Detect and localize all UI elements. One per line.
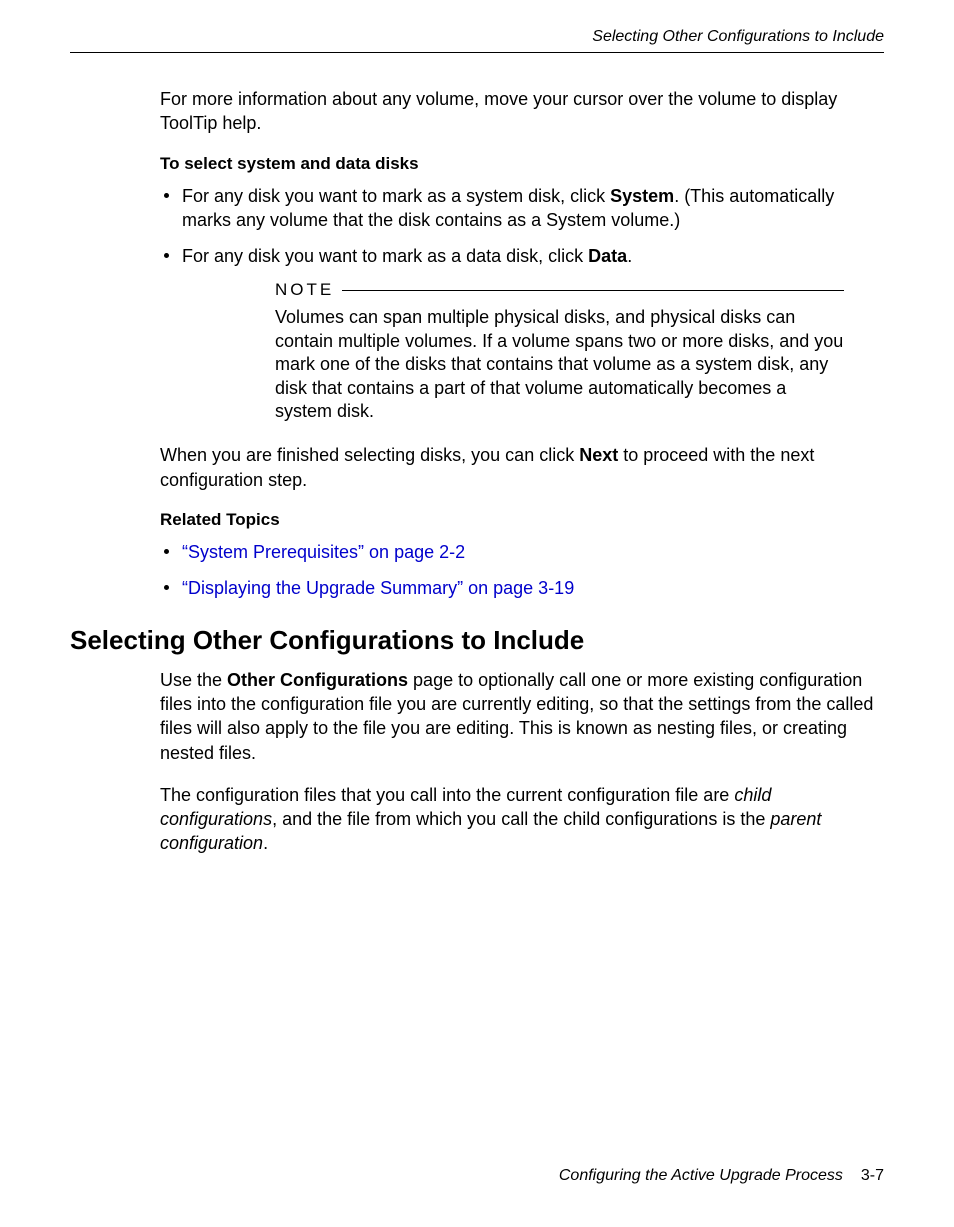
bullet-bold-system: System xyxy=(610,186,674,206)
related-topics-list: “System Prerequisites” on page 2-2 “Disp… xyxy=(160,540,884,601)
header-divider xyxy=(70,52,884,53)
section-paragraph-1: Use the Other Configurations page to opt… xyxy=(160,668,884,765)
page-footer: Configuring the Active Upgrade Process 3-… xyxy=(559,1167,884,1185)
note-rule xyxy=(342,290,844,291)
list-item: For any disk you want to mark as a syste… xyxy=(160,184,884,233)
list-item: “Displaying the Upgrade Summary” on page… xyxy=(160,576,884,600)
text: Use the xyxy=(160,670,227,690)
bold-other-configurations: Other Configurations xyxy=(227,670,408,690)
note-header-row: NOTE xyxy=(275,280,844,300)
text: , and the file from which you call the c… xyxy=(272,809,770,829)
running-header: Selecting Other Configurations to Includ… xyxy=(70,28,884,52)
note-block: NOTE Volumes can span multiple physical … xyxy=(275,280,844,423)
bullet-text: For any disk you want to mark as a data … xyxy=(182,246,588,266)
footer-page-number: 3-7 xyxy=(861,1167,884,1184)
bullet-bold-data: Data xyxy=(588,246,627,266)
after-note-paragraph: When you are finished selecting disks, y… xyxy=(160,443,884,492)
bullet-text: For any disk you want to mark as a syste… xyxy=(182,186,610,206)
footer-title: Configuring the Active Upgrade Process xyxy=(559,1167,843,1184)
text: When you are finished selecting disks, y… xyxy=(160,445,579,465)
intro-paragraph: For more information about any volume, m… xyxy=(160,87,884,136)
text: The configuration files that you call in… xyxy=(160,785,734,805)
related-topics-heading: Related Topics xyxy=(160,510,884,530)
note-body: Volumes can span multiple physical disks… xyxy=(275,306,844,423)
subhead-to-select: To select system and data disks xyxy=(160,154,884,174)
bullet-text: . xyxy=(627,246,632,266)
link-system-prerequisites[interactable]: “System Prerequisites” on page 2-2 xyxy=(182,542,465,562)
note-label: NOTE xyxy=(275,280,342,300)
section-paragraph-2: The configuration files that you call in… xyxy=(160,783,884,856)
link-displaying-upgrade-summary[interactable]: “Displaying the Upgrade Summary” on page… xyxy=(182,578,574,598)
disk-bullet-list: For any disk you want to mark as a syste… xyxy=(160,184,884,269)
list-item: For any disk you want to mark as a data … xyxy=(160,244,884,268)
bold-next: Next xyxy=(579,445,618,465)
text: . xyxy=(263,833,268,853)
section-heading: Selecting Other Configurations to Includ… xyxy=(70,625,884,656)
list-item: “System Prerequisites” on page 2-2 xyxy=(160,540,884,564)
